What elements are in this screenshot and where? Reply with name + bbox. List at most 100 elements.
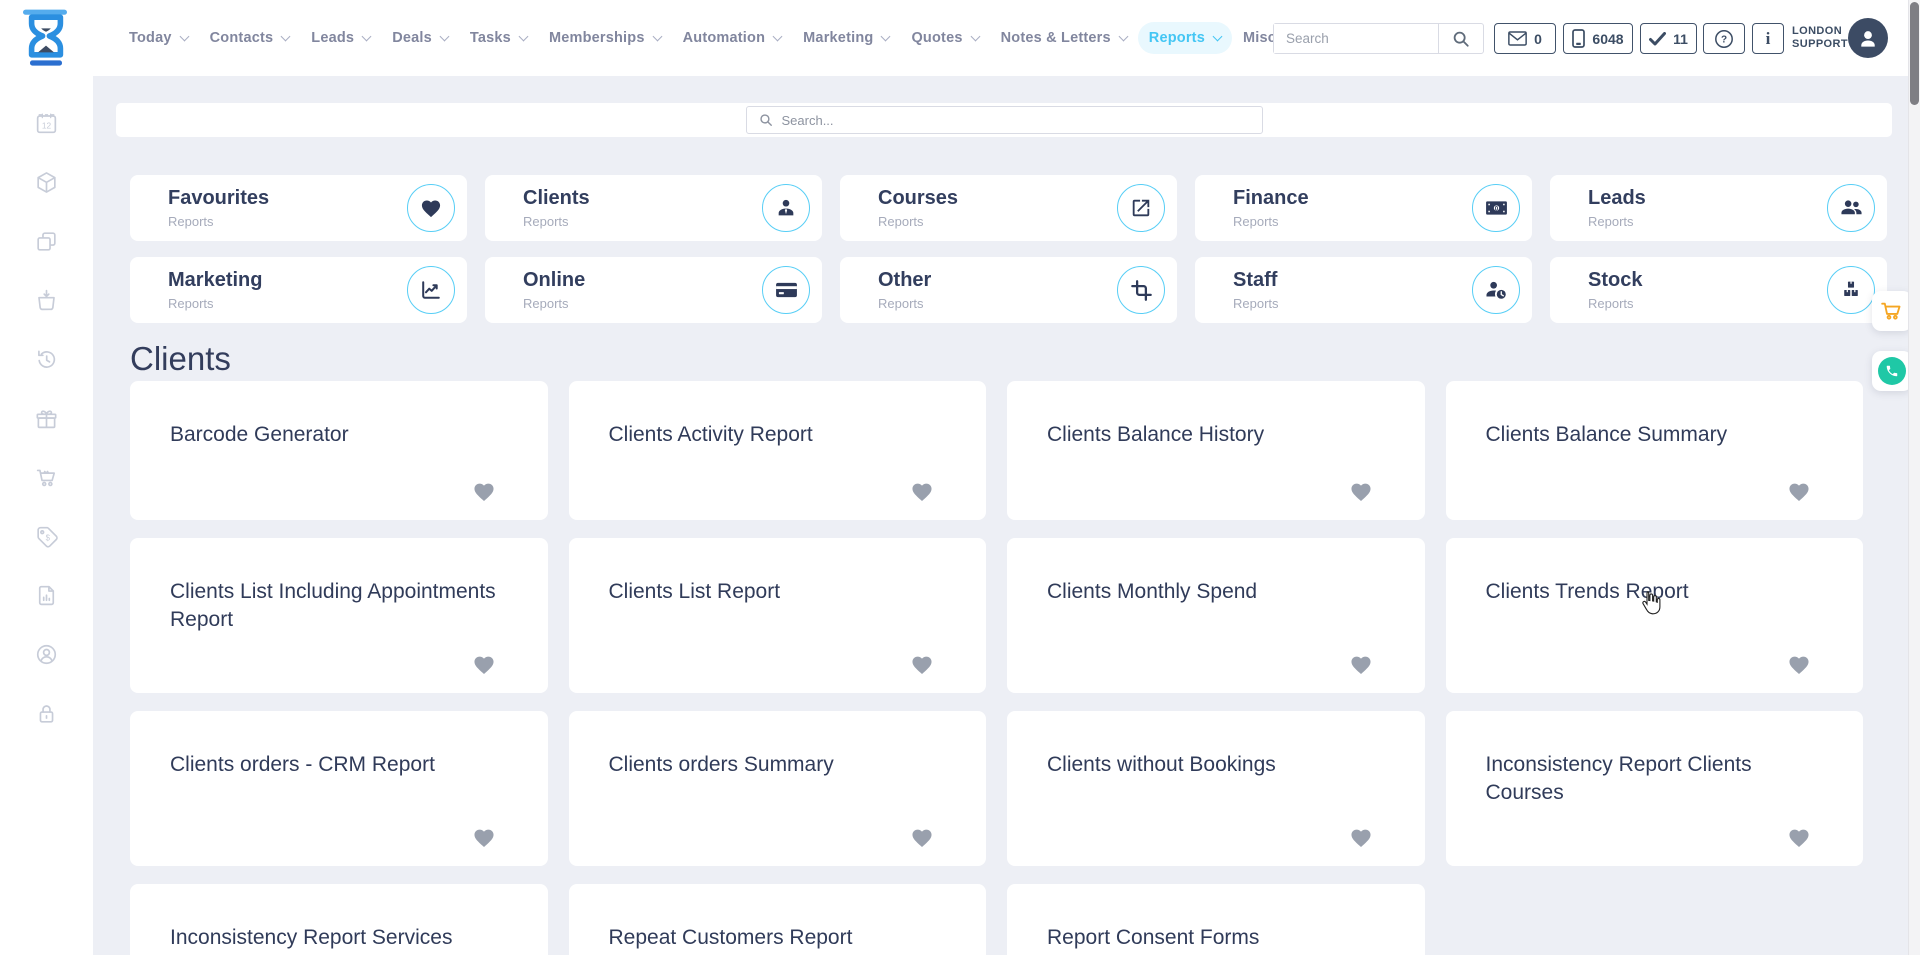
nav-item-today[interactable]: Today [118,22,199,54]
report-card-barcode-generator[interactable]: Barcode Generator [130,381,548,520]
report-card-clients-orders-crm[interactable]: Clients orders - CRM Report [130,711,548,866]
category-card-marketing[interactable]: Marketing Reports [130,257,467,323]
sidebar-price-tag-icon[interactable]: $ [34,523,60,549]
nav-item-quotes[interactable]: Quotes [900,22,989,54]
favourite-heart-button[interactable] [1787,481,1811,502]
cart-icon [1881,301,1903,321]
chevron-down-icon [439,31,449,41]
sidebar-gift-icon[interactable] [34,405,60,431]
sidebar-copy-icon[interactable] [34,228,60,254]
category-card-courses[interactable]: Courses Reports [840,175,1177,241]
navbar-search-input[interactable] [1274,24,1438,53]
envelope-icon [1508,31,1527,46]
favourite-heart-button[interactable] [1787,654,1811,675]
nav-label: Marketing [803,30,873,46]
phone-circle-icon [1878,357,1906,385]
chevron-down-icon [970,31,980,41]
messages-counter-button[interactable]: 0 [1494,23,1556,54]
floating-cart-button[interactable] [1872,291,1912,331]
report-card-inconsistency-services[interactable]: Inconsistency Report Services [130,884,548,955]
main-navigation: Today Contacts Leads Deals Tasks Members… [118,0,1359,76]
category-card-leads[interactable]: Leads Reports [1550,175,1887,241]
question-circle-icon: ? [1714,29,1734,49]
report-card-clients-trends[interactable]: Clients Trends Report [1446,538,1864,693]
report-card-clients-balance-summary[interactable]: Clients Balance Summary [1446,381,1864,520]
section-title-clients: Clients [130,344,1920,374]
nav-item-reports-active[interactable]: Reports [1138,22,1232,54]
user-name-line2: SUPPORT [1792,38,1848,51]
favourite-heart-button[interactable] [910,654,934,675]
category-card-clients[interactable]: Clients Reports [485,175,822,241]
sidebar-report-file-icon[interactable] [34,582,60,608]
report-card-clients-list[interactable]: Clients List Report [569,538,987,693]
scrollbar-thumb[interactable] [1910,2,1919,105]
sidebar-lock-icon[interactable] [34,700,60,726]
favourite-heart-button[interactable] [472,481,496,502]
phone-count: 6048 [1592,31,1623,47]
favourite-heart-button[interactable] [1349,827,1373,848]
banknote-icon: 0 [1472,184,1520,232]
report-card-clients-orders-summary[interactable]: Clients orders Summary [569,711,987,866]
app-logo-hourglass-icon[interactable] [22,8,70,68]
tasks-counter-button[interactable]: 11 [1640,23,1697,54]
sidebar-cart-icon[interactable] [34,464,60,490]
category-card-online[interactable]: Online Reports [485,257,822,323]
report-title: Clients without Bookings [1047,751,1385,779]
reports-grid: Barcode Generator Clients Activity Repor… [130,381,1863,955]
favourite-heart-button[interactable] [472,827,496,848]
category-card-other[interactable]: Other Reports [840,257,1177,323]
report-card-inconsistency-clients-courses[interactable]: Inconsistency Report Clients Courses [1446,711,1864,866]
nav-item-notes-letters[interactable]: Notes & Letters [990,22,1138,54]
report-card-clients-activity[interactable]: Clients Activity Report [569,381,987,520]
info-button[interactable]: i [1752,23,1784,54]
sidebar-products-cube-icon[interactable] [34,169,60,195]
sidebar-shopping-bag-icon[interactable] [34,287,60,313]
category-card-finance[interactable]: Finance Reports 0 [1195,175,1532,241]
favourite-heart-button[interactable] [1349,481,1373,502]
category-card-staff[interactable]: Staff Reports [1195,257,1532,323]
category-card-favourites[interactable]: Favourites Reports [130,175,467,241]
page-scrollbar[interactable] [1908,0,1920,955]
nav-label: Quotes [911,30,962,46]
nav-label: Leads [311,30,354,46]
report-title: Repeat Customers Report [609,924,947,952]
favourite-heart-button[interactable] [910,827,934,848]
favourite-heart-button[interactable] [1349,654,1373,675]
nav-item-deals[interactable]: Deals [381,22,459,54]
report-card-clients-monthly-spend[interactable]: Clients Monthly Spend [1007,538,1425,693]
messages-count: 0 [1534,31,1542,47]
nav-item-automation[interactable]: Automation [672,22,793,54]
chevron-down-icon [1118,31,1128,41]
reports-search-field [746,106,1263,134]
category-card-stock[interactable]: Stock Reports [1550,257,1887,323]
svg-text:12: 12 [42,120,52,130]
report-card-clients-without-bookings[interactable]: Clients without Bookings [1007,711,1425,866]
help-button[interactable]: ? [1703,23,1745,54]
favourite-heart-button[interactable] [1787,827,1811,848]
sidebar-calendar-icon[interactable]: 12 [34,110,60,136]
nav-item-memberships[interactable]: Memberships [538,22,672,54]
favourite-heart-button[interactable] [910,481,934,502]
report-title: Clients Activity Report [609,421,947,449]
nav-item-marketing[interactable]: Marketing [792,22,900,54]
chevron-down-icon [773,31,783,41]
reports-search-input[interactable] [782,113,1250,128]
report-card-report-consent-forms[interactable]: Report Consent Forms [1007,884,1425,955]
nav-item-contacts[interactable]: Contacts [199,22,301,54]
nav-item-leads[interactable]: Leads [300,22,381,54]
report-title: Clients Balance History [1047,421,1385,449]
report-card-repeat-customers[interactable]: Repeat Customers Report [569,884,987,955]
heart-icon [407,184,455,232]
avatar[interactable] [1848,18,1888,58]
navbar-search-button[interactable] [1438,24,1483,53]
report-title: Barcode Generator [170,421,508,449]
chevron-down-icon [652,31,662,41]
phone-counter-button[interactable]: 6048 [1563,23,1633,54]
sidebar-history-icon[interactable] [34,346,60,372]
nav-item-tasks[interactable]: Tasks [459,22,538,54]
sidebar-account-icon[interactable] [34,641,60,667]
favourite-heart-button[interactable] [472,654,496,675]
floating-whatsapp-button[interactable] [1872,351,1912,391]
report-card-clients-list-appointments[interactable]: Clients List Including Appointments Repo… [130,538,548,693]
report-card-clients-balance-history[interactable]: Clients Balance History [1007,381,1425,520]
